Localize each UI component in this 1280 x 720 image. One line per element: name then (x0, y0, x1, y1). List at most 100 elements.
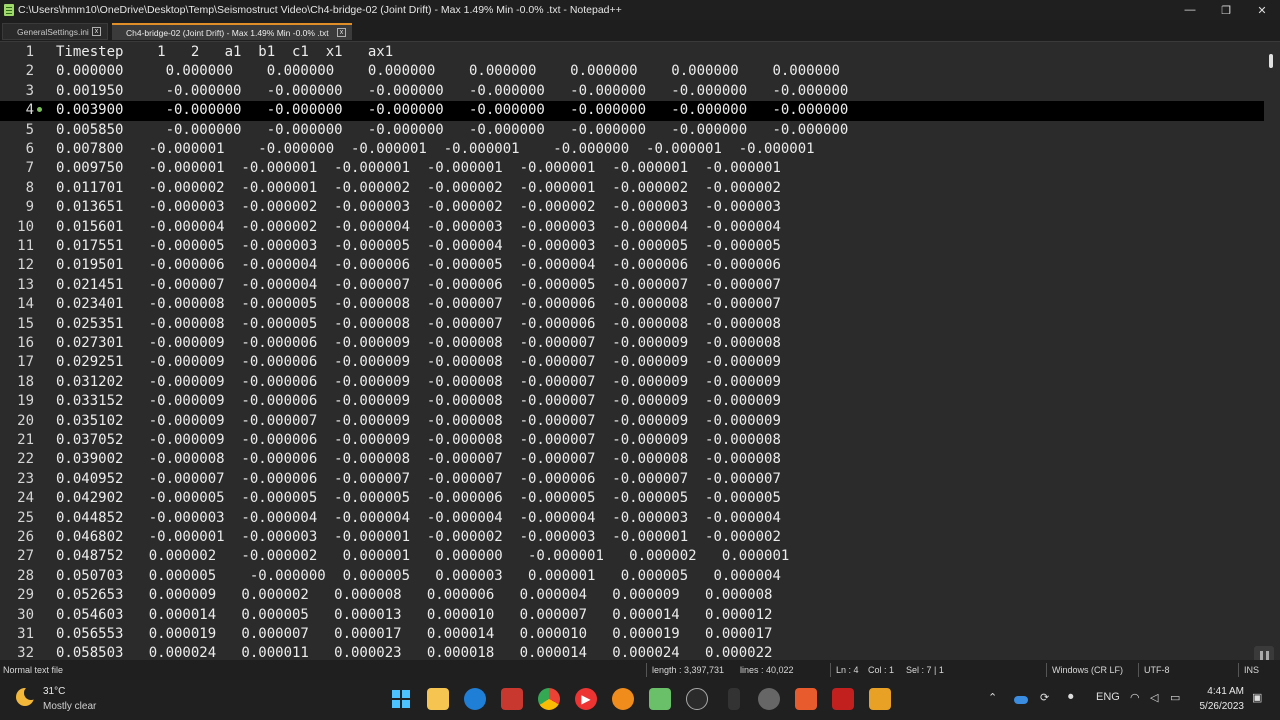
red-app-icon[interactable] (832, 688, 854, 710)
line-text[interactable]: 0.017551 -0.000005 -0.000003 -0.000005 -… (56, 237, 781, 256)
editor-line[interactable]: 19 0.033152 -0.000009 -0.000006 -0.000009… (0, 392, 1264, 411)
editor-line[interactable]: 20 0.035102 -0.000009 -0.000007 -0.000009… (0, 412, 1264, 431)
restore-button[interactable]: ❐ (1208, 0, 1244, 20)
line-text[interactable]: 0.025351 -0.000008 -0.000005 -0.000008 -… (56, 315, 781, 334)
chevron-up-icon[interactable]: ⌃ (988, 691, 997, 704)
line-text[interactable]: 0.015601 -0.000004 -0.000002 -0.000004 -… (56, 218, 781, 237)
text-editor[interactable]: 1 Timestep 1 2 a1 b1 c1 x1 ax1 2 0.000000 0… (0, 42, 1280, 660)
line-text[interactable]: Timestep 1 2 a1 b1 c1 x1 ax1 (56, 43, 393, 62)
close-button[interactable]: ✕ (1244, 0, 1280, 20)
editor-line[interactable]: 8 0.011701 -0.000002 -0.000001 -0.000002 … (0, 179, 1264, 198)
line-text[interactable]: 0.013651 -0.000003 -0.000002 -0.000003 -… (56, 198, 781, 217)
editor-line[interactable]: 10 0.015601 -0.000004 -0.000002 -0.000004… (0, 218, 1264, 237)
tab-joint-drift[interactable]: Ch4-bridge-02 (Joint Drift) - Max 1.49% … (112, 23, 352, 40)
line-text[interactable]: 0.027301 -0.000009 -0.000006 -0.000009 -… (56, 334, 781, 353)
editor-line[interactable]: 7 0.009750 -0.000001 -0.000001 -0.000001 … (0, 159, 1264, 178)
line-text[interactable]: 0.048752 0.000002 -0.000002 0.000001 0.0… (56, 547, 789, 566)
scrollbar-thumb[interactable] (1269, 54, 1273, 68)
line-text[interactable]: 0.001950 -0.000000 -0.000000 -0.000000 -… (56, 82, 848, 101)
editor-line[interactable]: 11 0.017551 -0.000005 -0.000003 -0.000005… (0, 237, 1264, 256)
editor-line[interactable]: 30 0.054603 0.000014 0.000005 0.000013 0.… (0, 606, 1264, 625)
editor-line[interactable]: 3 0.001950 -0.000000 -0.000000 -0.000000 … (0, 82, 1264, 101)
line-text[interactable]: 0.009750 -0.000001 -0.000001 -0.000001 -… (56, 159, 781, 178)
whatsapp-icon[interactable] (686, 688, 708, 710)
tab-close-icon[interactable]: x (92, 27, 101, 36)
phone-icon[interactable] (728, 688, 740, 710)
battery-icon[interactable]: ▭ (1170, 691, 1180, 704)
line-text[interactable]: 0.050703 0.000005 -0.000000 0.000005 0.0… (56, 567, 781, 586)
line-text[interactable]: 0.033152 -0.000009 -0.000006 -0.000009 -… (56, 392, 781, 411)
line-text[interactable]: 0.021451 -0.000007 -0.000004 -0.000007 -… (56, 276, 781, 295)
editor-line[interactable]: 17 0.029251 -0.000009 -0.000006 -0.000009… (0, 353, 1264, 372)
editor-line[interactable]: 14 0.023401 -0.000008 -0.000005 -0.000008… (0, 295, 1264, 314)
editor-line[interactable]: 26 0.046802 -0.000001 -0.000003 -0.000001… (0, 528, 1264, 547)
editor-line[interactable]: 5 0.005850 -0.000000 -0.000000 -0.000000 … (0, 121, 1264, 140)
windows-start-icon[interactable] (390, 688, 412, 710)
line-text[interactable]: 0.000000 0.000000 0.000000 0.000000 0.00… (56, 62, 840, 81)
editor-line[interactable]: 24 0.042902 -0.000005 -0.000005 -0.000005… (0, 489, 1264, 508)
editor-line[interactable]: 9 0.013651 -0.000003 -0.000002 -0.000003 … (0, 198, 1264, 217)
volume-icon[interactable]: ◁ (1150, 691, 1158, 704)
editor-line[interactable]: 12 0.019501 -0.000006 -0.000004 -0.000006… (0, 256, 1264, 275)
editor-line[interactable]: 2 0.000000 0.000000 0.000000 0.000000 0.0… (0, 62, 1264, 81)
notification-icon[interactable]: ▣ (1252, 691, 1262, 704)
editor-line[interactable]: 21 0.037052 -0.000009 -0.000006 -0.000009… (0, 431, 1264, 450)
weather-temperature[interactable]: 31°C (43, 686, 65, 697)
line-text[interactable]: 0.031202 -0.000009 -0.000006 -0.000009 -… (56, 373, 781, 392)
microphone-icon[interactable]: ⏺ (1068, 691, 1074, 704)
line-text[interactable]: 0.044852 -0.000003 -0.000004 -0.000004 -… (56, 509, 781, 528)
editor-line[interactable]: 31 0.056553 0.000019 0.000007 0.000017 0.… (0, 625, 1264, 644)
line-text[interactable]: 0.011701 -0.000002 -0.000001 -0.000002 -… (56, 179, 781, 198)
search-icon[interactable] (612, 688, 634, 710)
line-text[interactable]: 0.040952 -0.000007 -0.000006 -0.000007 -… (56, 470, 781, 489)
editor-line[interactable]: 25 0.044852 -0.000003 -0.000004 -0.000004… (0, 509, 1264, 528)
onedrive-icon[interactable] (1014, 696, 1028, 704)
editor-line[interactable]: 16 0.027301 -0.000009 -0.000006 -0.000009… (0, 334, 1264, 353)
line-text[interactable]: 0.035102 -0.000009 -0.000007 -0.000009 -… (56, 412, 781, 431)
editor-line[interactable]: 1 Timestep 1 2 a1 b1 c1 x1 ax1 (0, 43, 1264, 62)
wifi-icon[interactable]: ◠ (1130, 691, 1140, 704)
editor-line[interactable]: 4 0.003900 -0.000000 -0.000000 -0.000000 … (0, 101, 1264, 121)
tab-general-settings[interactable]: GeneralSettings.ini x (2, 23, 108, 40)
tab-close-icon[interactable]: x (337, 28, 346, 37)
language-indicator[interactable]: ENG (1096, 691, 1120, 703)
line-text[interactable]: 0.039002 -0.000008 -0.000006 -0.000008 -… (56, 450, 781, 469)
line-text[interactable]: 0.046802 -0.000001 -0.000003 -0.000001 -… (56, 528, 781, 547)
notepad-plus-taskbar-icon[interactable] (649, 688, 671, 710)
line-text[interactable]: 0.019501 -0.000006 -0.000004 -0.000006 -… (56, 256, 781, 275)
line-text[interactable]: 0.023401 -0.000008 -0.000005 -0.000008 -… (56, 295, 781, 314)
line-text[interactable]: 0.054603 0.000014 0.000005 0.000013 0.00… (56, 606, 772, 625)
weather-moon-icon[interactable] (16, 686, 38, 706)
weather-condition[interactable]: Mostly clear (43, 701, 96, 712)
line-text[interactable]: 0.056553 0.000019 0.000007 0.000017 0.00… (56, 625, 772, 644)
line-text[interactable]: 0.042902 -0.000005 -0.000005 -0.000005 -… (56, 489, 781, 508)
line-text[interactable]: 0.029251 -0.000009 -0.000006 -0.000009 -… (56, 353, 781, 372)
editor-line[interactable]: 22 0.039002 -0.000008 -0.000006 -0.000008… (0, 450, 1264, 469)
line-text[interactable]: 0.007800 -0.000001 -0.000000 -0.000001 -… (56, 140, 815, 159)
media-player-icon[interactable]: ▶ (575, 688, 597, 710)
edge-icon[interactable] (464, 688, 486, 710)
line-text[interactable]: 0.058503 0.000024 0.000011 0.000023 0.00… (56, 644, 772, 660)
clock-time[interactable]: 4:41 AM (1198, 686, 1244, 697)
editor-line[interactable]: 13 0.021451 -0.000007 -0.000004 -0.000007… (0, 276, 1264, 295)
sublime-icon[interactable] (795, 688, 817, 710)
line-text[interactable]: 0.003900 -0.000000 -0.000000 -0.000000 -… (56, 101, 848, 120)
line-text[interactable]: 0.005850 -0.000000 -0.000000 -0.000000 -… (56, 121, 848, 140)
clock-date[interactable]: 5/26/2023 (1190, 701, 1245, 712)
chrome-icon[interactable] (538, 688, 560, 710)
sublime-text-icon[interactable] (869, 688, 891, 710)
file-explorer-icon[interactable] (427, 688, 449, 710)
pdf-icon[interactable] (501, 688, 523, 710)
editor-line[interactable]: 32 0.058503 0.000024 0.000011 0.000023 0.… (0, 644, 1264, 660)
gear-icon[interactable] (758, 688, 780, 710)
minimize-button[interactable]: — (1172, 0, 1208, 20)
editor-line[interactable]: 27 0.048752 0.000002 -0.000002 0.000001 0… (0, 547, 1264, 566)
line-text[interactable]: 0.052653 0.000009 0.000002 0.000008 0.00… (56, 586, 772, 605)
editor-line[interactable]: 6 0.007800 -0.000001 -0.000000 -0.000001 … (0, 140, 1264, 159)
editor-line[interactable]: 15 0.025351 -0.000008 -0.000005 -0.000008… (0, 315, 1264, 334)
editor-line[interactable]: 23 0.040952 -0.000007 -0.000006 -0.000007… (0, 470, 1264, 489)
sync-icon[interactable]: ⟳ (1040, 691, 1049, 704)
editor-line[interactable]: 28 0.050703 0.000005 -0.000000 0.000005 0… (0, 567, 1264, 586)
vertical-scrollbar[interactable] (1264, 42, 1280, 660)
editor-line[interactable]: 18 0.031202 -0.000009 -0.000006 -0.000009… (0, 373, 1264, 392)
